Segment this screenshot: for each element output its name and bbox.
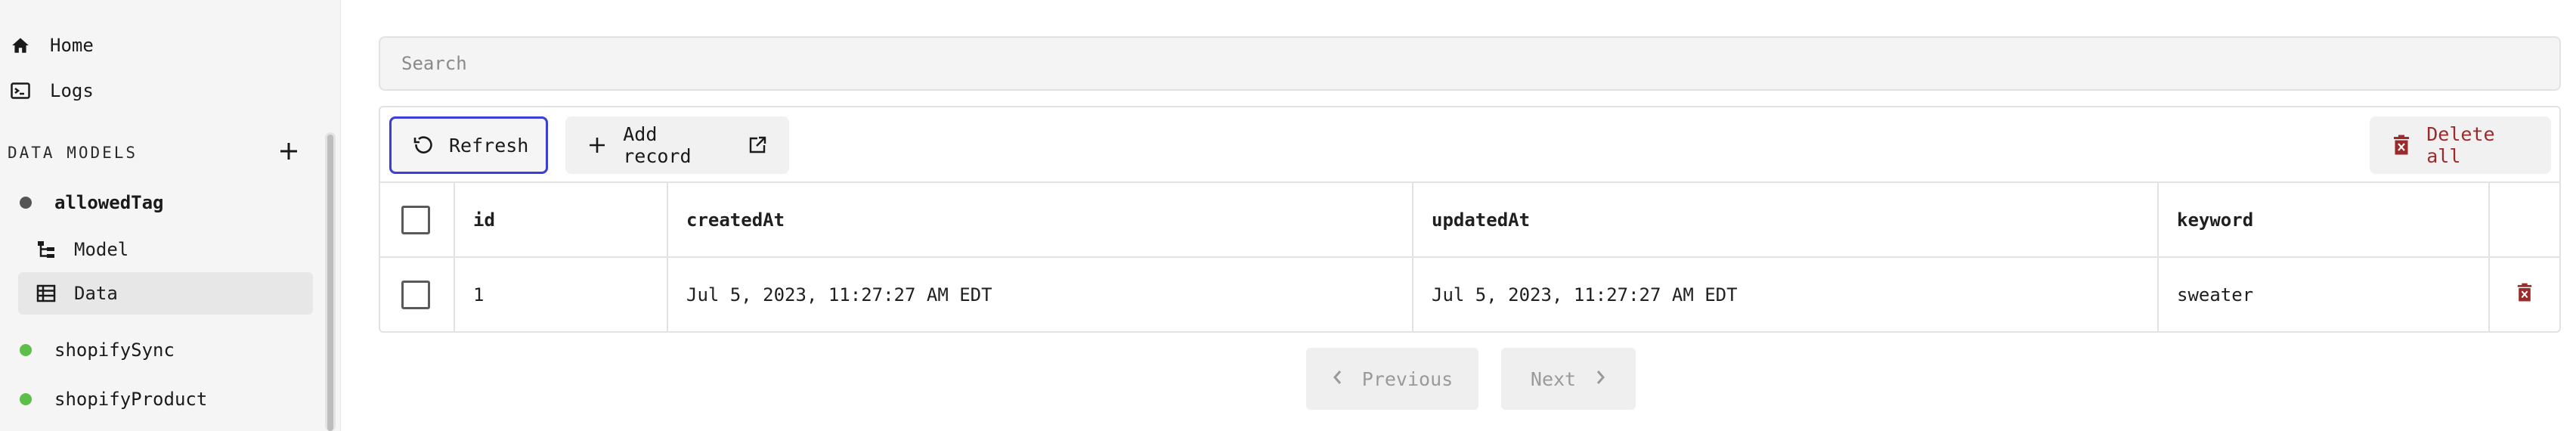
status-dot [20,344,32,356]
sidebar-item-label: Data [74,283,118,304]
previous-page-button[interactable]: Previous [1306,348,1478,410]
sidebar-item-model[interactable]: Model [18,228,313,271]
cell-keyword: sweater [2158,257,2490,331]
row-select-cell [380,257,455,331]
sidebar-item-label: Home [50,35,94,56]
delete-row-button[interactable] [2516,283,2533,307]
sidebar-item-label: Model [74,239,129,260]
model-name: shopifyProduct [54,389,208,410]
sidebar-item-home[interactable]: Home [8,24,94,67]
select-all-cell [380,183,455,258]
next-page-button[interactable]: Next [1501,348,1636,410]
sidebar: Home Logs DATA MODELS allowedTag Model D… [0,0,341,431]
status-dot [20,393,32,405]
column-header-id[interactable]: id [454,183,668,258]
table-icon [35,282,57,305]
refresh-icon [413,134,434,157]
refresh-label: Refresh [449,134,529,157]
model-item-allowedtag[interactable]: allowedTag [20,181,164,224]
data-panel: Refresh Add record Delete all id created… [379,106,2561,333]
plus-icon [280,143,297,160]
section-label: DATA MODELS [8,144,138,162]
column-header-keyword[interactable]: keyword [2158,183,2490,258]
cell-id: 1 [454,257,668,331]
model-name: allowedTag [54,192,164,213]
column-header-createdat[interactable]: createdAt [667,183,1413,258]
column-header-updatedat[interactable]: updatedAt [1413,183,2159,258]
column-header-actions [2489,183,2559,258]
external-link-icon [747,134,768,157]
row-checkbox[interactable] [401,280,430,309]
delete-all-label: Delete all [2426,123,2495,167]
delete-all-button[interactable]: Delete all [2370,116,2551,174]
sidebar-scrollbar-thumb[interactable] [327,135,333,431]
table-row[interactable]: 1 Jul 5, 2023, 11:27:27 AM EDT Jul 5, 20… [380,257,2559,331]
plus-icon [587,134,608,157]
refresh-button[interactable]: Refresh [389,116,548,174]
schema-icon [35,238,57,261]
model-name: shopifySync [54,340,175,361]
row-actions-cell [2489,257,2559,331]
home-icon [8,33,33,58]
chevron-left-icon [1332,368,1342,390]
chevron-right-icon [1596,368,1606,390]
data-table: id createdAt updatedAt keyword 1 Jul 5, … [380,183,2559,331]
select-all-checkbox[interactable] [401,205,430,234]
model-item-shopifysync[interactable]: shopifySync [20,329,175,371]
sidebar-item-label: Logs [50,80,94,101]
search-input[interactable] [379,36,2561,91]
status-dot [20,197,32,209]
add-record-label: Add record [623,123,692,167]
trash-icon [2517,283,2532,301]
terminal-icon [8,78,33,104]
trash-icon [2391,134,2411,157]
sidebar-item-logs[interactable]: Logs [8,70,94,112]
previous-label: Previous [1361,367,1454,390]
model-item-shopifyproduct[interactable]: shopifyProduct [20,378,207,420]
cell-updatedat: Jul 5, 2023, 11:27:27 AM EDT [1413,257,2159,331]
cell-createdat: Jul 5, 2023, 11:27:27 AM EDT [667,257,1413,331]
next-label: Next [1530,367,1577,390]
table-header-row: id createdAt updatedAt keyword [380,183,2559,258]
add-model-button[interactable] [275,138,302,165]
sidebar-item-data[interactable]: Data [18,272,313,315]
toolbar: Refresh Add record Delete all [380,107,2559,183]
add-record-button[interactable]: Add record [565,116,789,174]
